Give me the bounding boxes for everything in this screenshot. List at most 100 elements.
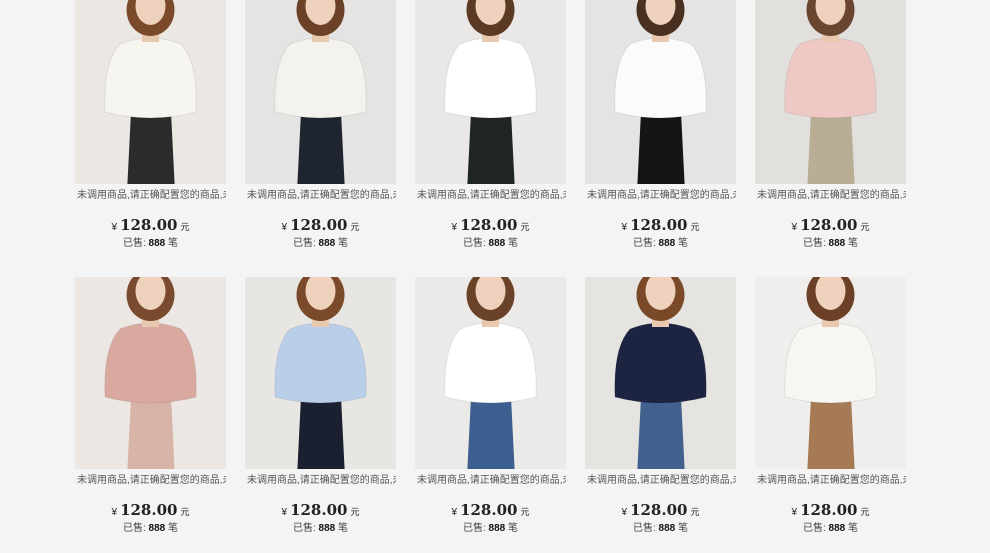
product-card[interactable]: 未调用商品,请正确配置您的商品,未调用商品,请正确配置您的商品 ¥128.00元… bbox=[245, 277, 396, 540]
product-card[interactable]: 未调用商品,请正确配置您的商品,未调用商品,请正确配置您的商品 ¥128.00元… bbox=[415, 0, 566, 255]
product-image[interactable] bbox=[415, 0, 566, 184]
price-unit: 元 bbox=[860, 507, 870, 517]
product-image[interactable] bbox=[75, 277, 226, 469]
product-price: ¥128.00 元 bbox=[415, 502, 566, 521]
bottom-garment bbox=[467, 108, 515, 184]
sold-label: 已售: bbox=[122, 523, 146, 534]
sold-unit: 笔 bbox=[678, 523, 689, 534]
product-title[interactable]: 未调用商品,请正确配置您的商品,未调用商品,请正确配置您的商品 bbox=[75, 474, 226, 488]
sold-unit: 笔 bbox=[508, 238, 519, 249]
sold-number: 888 bbox=[658, 523, 676, 534]
model-illustration bbox=[415, 277, 566, 469]
sold-number: 888 bbox=[488, 238, 506, 249]
sold-count: 已售: 888 笔 bbox=[755, 522, 906, 536]
sold-label: 已售: bbox=[632, 238, 656, 249]
product-title[interactable]: 未调用商品,请正确配置您的商品,未调用商品,请正确配置您的商品 bbox=[585, 474, 736, 488]
price-unit: 元 bbox=[860, 222, 870, 232]
product-title[interactable]: 未调用商品,请正确配置您的商品,未调用商品,请正确配置您的商品 bbox=[585, 189, 736, 203]
product-image[interactable] bbox=[75, 0, 226, 184]
currency-symbol: ¥ bbox=[621, 222, 628, 233]
product-price: ¥128.00 元 bbox=[585, 217, 736, 236]
bottom-garment bbox=[467, 393, 515, 469]
product-card[interactable]: 未调用商品,请正确配置您的商品,未调用商品,请正确配置您的商品 ¥128.00元… bbox=[245, 0, 396, 255]
product-image[interactable] bbox=[245, 277, 396, 469]
product-card[interactable]: 未调用商品,请正确配置您的商品,未调用商品,请正确配置您的商品 ¥128.00元… bbox=[585, 0, 736, 255]
sold-unit: 笔 bbox=[678, 238, 689, 249]
price-value: 128.00 bbox=[120, 501, 178, 519]
product-title[interactable]: 未调用商品,请正确配置您的商品,未调用商品,请正确配置您的商品 bbox=[415, 189, 566, 203]
bottom-garment bbox=[807, 393, 855, 469]
top-garment bbox=[444, 322, 537, 404]
top-garment bbox=[104, 322, 197, 404]
sold-label: 已售: bbox=[802, 238, 826, 249]
bottom-garment bbox=[637, 393, 685, 469]
sold-number: 888 bbox=[828, 238, 846, 249]
top-garment bbox=[274, 322, 367, 404]
product-price: ¥128.00 元 bbox=[585, 502, 736, 521]
sold-label: 已售: bbox=[462, 238, 486, 249]
product-title[interactable]: 未调用商品,请正确配置您的商品,未调用商品,请正确配置您的商品 bbox=[245, 474, 396, 488]
currency-symbol: ¥ bbox=[451, 507, 458, 518]
product-card[interactable]: 未调用商品,请正确配置您的商品,未调用商品,请正确配置您的商品 ¥128.00元… bbox=[755, 277, 906, 540]
model-illustration bbox=[75, 0, 226, 184]
product-card[interactable]: 未调用商品,请正确配置您的商品,未调用商品,请正确配置您的商品 ¥128.00元… bbox=[75, 0, 226, 255]
currency-symbol: ¥ bbox=[111, 507, 118, 518]
product-image[interactable] bbox=[755, 0, 906, 184]
sold-unit: 笔 bbox=[848, 238, 859, 249]
product-image[interactable] bbox=[415, 277, 566, 469]
product-card[interactable]: 未调用商品,请正确配置您的商品,未调用商品,请正确配置您的商品 ¥128.00元… bbox=[755, 0, 906, 255]
price-unit: 元 bbox=[180, 507, 190, 517]
sold-number: 888 bbox=[148, 238, 166, 249]
top-garment bbox=[614, 37, 707, 119]
bottom-garment bbox=[807, 108, 855, 184]
currency-symbol: ¥ bbox=[791, 222, 798, 233]
product-image[interactable] bbox=[585, 0, 736, 184]
price-value: 128.00 bbox=[630, 501, 688, 519]
sold-count: 已售: 888 笔 bbox=[415, 522, 566, 536]
price-value: 128.00 bbox=[120, 216, 178, 234]
sold-count: 已售: 888 笔 bbox=[245, 237, 396, 251]
price-unit: 元 bbox=[350, 507, 360, 517]
currency-symbol: ¥ bbox=[451, 222, 458, 233]
top-garment bbox=[274, 37, 367, 119]
product-price: ¥128.00 元 bbox=[245, 217, 396, 236]
price-value: 128.00 bbox=[460, 216, 518, 234]
product-price: ¥128.00 元 bbox=[755, 217, 906, 236]
product-title[interactable]: 未调用商品,请正确配置您的商品,未调用商品,请正确配置您的商品 bbox=[755, 474, 906, 488]
sold-unit: 笔 bbox=[508, 523, 519, 534]
price-value: 128.00 bbox=[630, 216, 688, 234]
sold-unit: 笔 bbox=[338, 238, 349, 249]
sold-label: 已售: bbox=[292, 238, 316, 249]
product-image[interactable] bbox=[755, 277, 906, 469]
product-price: ¥128.00 元 bbox=[75, 217, 226, 236]
product-card[interactable]: 未调用商品,请正确配置您的商品,未调用商品,请正确配置您的商品 ¥128.00元… bbox=[415, 277, 566, 540]
top-garment bbox=[784, 322, 877, 404]
price-value: 128.00 bbox=[800, 501, 858, 519]
sold-number: 888 bbox=[318, 523, 336, 534]
product-title[interactable]: 未调用商品,请正确配置您的商品,未调用商品,请正确配置您的商品 bbox=[245, 189, 396, 203]
sold-count: 已售: 888 笔 bbox=[585, 237, 736, 251]
product-title[interactable]: 未调用商品,请正确配置您的商品,未调用商品,请正确配置您的商品 bbox=[755, 189, 906, 203]
price-unit: 元 bbox=[520, 222, 530, 232]
product-card[interactable]: 未调用商品,请正确配置您的商品,未调用商品,请正确配置您的商品 ¥128.00元… bbox=[585, 277, 736, 540]
sold-label: 已售: bbox=[122, 238, 146, 249]
product-title[interactable]: 未调用商品,请正确配置您的商品,未调用商品,请正确配置您的商品 bbox=[415, 474, 566, 488]
sold-label: 已售: bbox=[292, 523, 316, 534]
model-illustration bbox=[245, 277, 396, 469]
product-image[interactable] bbox=[585, 277, 736, 469]
currency-symbol: ¥ bbox=[281, 507, 288, 518]
top-garment bbox=[614, 322, 707, 404]
product-card[interactable]: 未调用商品,请正确配置您的商品,未调用商品,请正确配置您的商品 ¥128.00元… bbox=[75, 277, 226, 540]
model-illustration bbox=[585, 0, 736, 184]
model-illustration bbox=[585, 277, 736, 469]
product-image[interactable] bbox=[245, 0, 396, 184]
sold-number: 888 bbox=[148, 523, 166, 534]
price-unit: 元 bbox=[690, 222, 700, 232]
price-unit: 元 bbox=[180, 222, 190, 232]
product-price: ¥128.00 元 bbox=[755, 502, 906, 521]
sold-count: 已售: 888 笔 bbox=[245, 522, 396, 536]
price-value: 128.00 bbox=[460, 501, 518, 519]
product-title[interactable]: 未调用商品,请正确配置您的商品,未调用商品,请正确配置您的商品 bbox=[75, 189, 226, 203]
sold-label: 已售: bbox=[632, 523, 656, 534]
sold-number: 888 bbox=[318, 238, 336, 249]
